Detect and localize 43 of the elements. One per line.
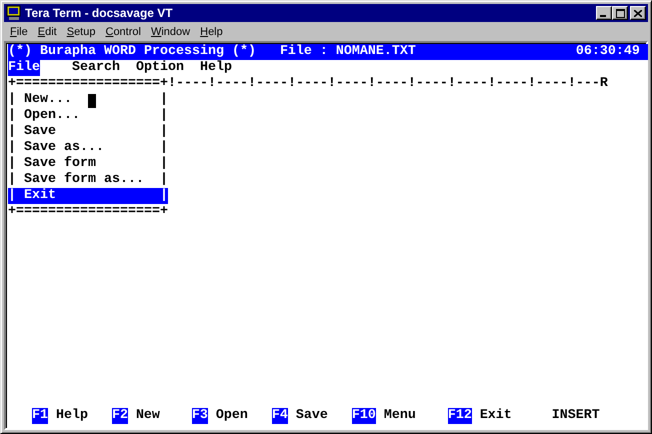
mode-indicator: INSERT bbox=[552, 408, 600, 424]
function-key[interactable]: F1 bbox=[32, 408, 48, 424]
app-menu-item[interactable]: File bbox=[8, 60, 40, 76]
menu-border: +==================+ bbox=[8, 204, 168, 220]
minimize-button[interactable] bbox=[596, 6, 612, 20]
dropdown-item[interactable]: | New... | bbox=[8, 92, 168, 108]
maximize-button[interactable] bbox=[612, 6, 628, 20]
dropdown-item[interactable]: | Save form | bbox=[8, 156, 168, 172]
terminal-icon bbox=[6, 5, 22, 21]
dropdown-item[interactable]: | Save | bbox=[8, 124, 168, 140]
dropdown-item[interactable]: | Save as... | bbox=[8, 140, 168, 156]
app-menu-item[interactable]: Help bbox=[200, 60, 232, 76]
window-title: Tera Term - docsavage VT bbox=[25, 6, 173, 20]
app-menu-item[interactable]: Search bbox=[72, 60, 120, 76]
function-key[interactable]: F4 bbox=[272, 408, 288, 424]
key-label: New bbox=[136, 408, 160, 424]
function-key[interactable]: F10 bbox=[352, 408, 376, 424]
menu-item[interactable]: Control bbox=[100, 26, 146, 38]
key-label: Save bbox=[296, 408, 328, 424]
menu-item[interactable]: File bbox=[5, 26, 33, 38]
menu-item[interactable]: Edit bbox=[32, 26, 62, 38]
key-label: Menu bbox=[384, 408, 416, 424]
function-key[interactable]: F2 bbox=[112, 408, 128, 424]
tab-ruler: !----!----!----!----!----!----!----!----!----!----!---R bbox=[168, 76, 608, 92]
menu-item[interactable]: Help bbox=[195, 26, 228, 38]
file-name: File : NOMANE.TXT bbox=[280, 44, 416, 60]
menu-item[interactable]: Setup bbox=[62, 26, 100, 38]
app-title: (*) Burapha WORD Processing (*) bbox=[8, 44, 256, 60]
key-label: Help bbox=[56, 408, 88, 424]
close-icon bbox=[634, 10, 642, 16]
dropdown-item[interactable]: | Exit | bbox=[8, 188, 168, 204]
dropdown-item[interactable]: | Save form as... | bbox=[8, 172, 168, 188]
menu-item[interactable]: Window bbox=[146, 26, 196, 38]
function-key[interactable]: F12 bbox=[448, 408, 472, 424]
key-label: Exit bbox=[480, 408, 512, 424]
key-label: Open bbox=[216, 408, 248, 424]
menu-border: +==================+ bbox=[8, 76, 168, 92]
dropdown-item[interactable]: | Open... | bbox=[8, 108, 168, 124]
clock: 06:30:49 bbox=[576, 44, 641, 60]
app-menu-item[interactable]: Option bbox=[136, 60, 184, 76]
maximize-icon bbox=[616, 8, 624, 18]
function-key[interactable]: F3 bbox=[192, 408, 208, 424]
close-button[interactable] bbox=[630, 6, 646, 20]
